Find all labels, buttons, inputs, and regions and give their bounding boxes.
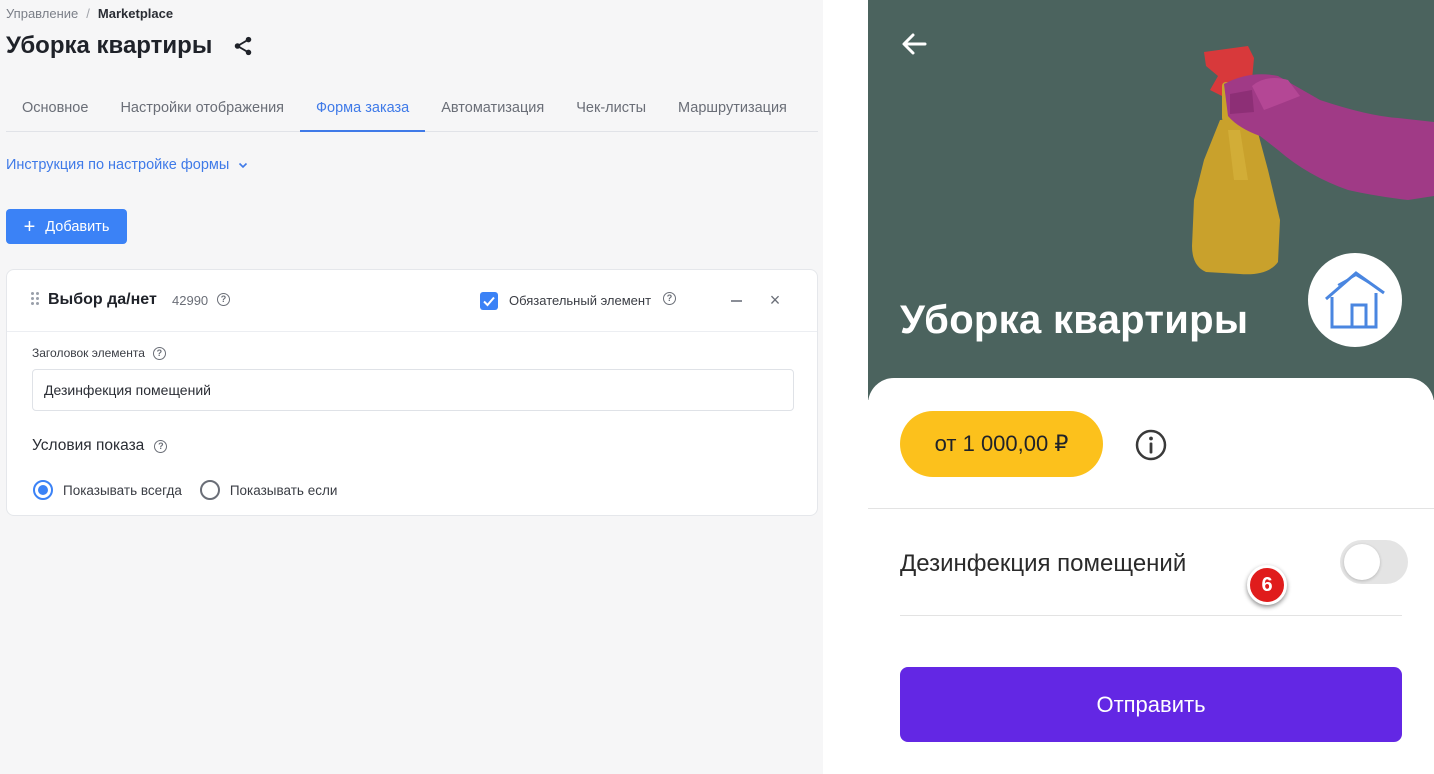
add-button[interactable]: + Добавить (6, 209, 127, 244)
divider (900, 615, 1402, 616)
element-id: 42990 (172, 293, 209, 308)
tab-main[interactable]: Основное (6, 88, 104, 132)
order-sheet: от 1 000,00 ₽ Дезинфекция помещений 6 От… (868, 378, 1434, 774)
help-icon[interactable]: ? (217, 293, 230, 306)
disinfection-option-label: Дезинфекция помещений (900, 550, 1187, 577)
help-icon[interactable]: ? (152, 346, 166, 360)
tab-display-settings[interactable]: Настройки отображения (104, 88, 300, 132)
submit-button[interactable]: Отправить (900, 667, 1402, 742)
page-title-text: Уборка квартиры (6, 32, 213, 59)
admin-pane: Управление / Marketplace Уборка квартиры О… (0, 0, 823, 774)
radio-button[interactable] (199, 480, 220, 500)
arrow-left-icon[interactable] (898, 28, 930, 60)
service-title: Уборка квартиры (900, 298, 1249, 342)
collapse-button[interactable] (730, 290, 744, 310)
element-title-label-text: Заголовок элемента (32, 346, 145, 360)
card-header: Выбор да/нет 42990 ? Обязательный элемен… (7, 270, 817, 332)
display-conditions-text: Условия показа (32, 437, 145, 454)
instructions-toggle[interactable]: Инструкция по настройке формы (6, 157, 249, 173)
element-title-label: Заголовок элемента ? (32, 346, 166, 360)
element-title-input[interactable] (32, 369, 794, 411)
radio-show-always-label: Показывать всегда (63, 482, 182, 498)
tab-routing[interactable]: Маршрутизация (662, 88, 803, 132)
tab-bar: Основное Настройки отображения Форма зак… (6, 88, 818, 132)
breadcrumb-current: Marketplace (97, 6, 174, 21)
add-button-label: Добавить (45, 218, 110, 235)
radio-show-if-label: Показывать если (229, 482, 338, 498)
step-marker-badge: 6 (1247, 565, 1287, 605)
breadcrumb-parent-link[interactable]: Управление (6, 6, 78, 21)
breadcrumb-separator: / (86, 6, 90, 21)
hero-banner: Уборка квартиры (868, 0, 1434, 400)
tab-checklists[interactable]: Чек-листы (560, 88, 662, 132)
price-badge: от 1 000,00 ₽ (900, 411, 1103, 477)
disinfection-toggle[interactable] (1340, 540, 1408, 584)
info-icon[interactable] (1134, 428, 1168, 462)
tab-automation[interactable]: Автоматизация (425, 88, 560, 132)
help-icon[interactable]: ? (663, 292, 676, 305)
element-type-title: Выбор да/нет (48, 291, 157, 308)
close-icon[interactable]: × (768, 290, 782, 310)
instructions-label: Инструкция по настройке формы (6, 157, 230, 173)
display-conditions-title: Условия показа ? (32, 437, 168, 455)
chevron-down-icon (239, 162, 248, 169)
help-icon[interactable]: ? (154, 439, 168, 453)
share-icon[interactable] (232, 35, 254, 57)
radio-show-if[interactable]: Показывать если (199, 480, 338, 500)
divider (868, 508, 1434, 509)
required-checkbox[interactable] (480, 292, 498, 310)
form-element-card: Выбор да/нет 42990 ? Обязательный элемен… (6, 269, 818, 516)
display-conditions-radio-group: Показывать всегда Показывать если (33, 480, 355, 500)
plus-icon: + (23, 215, 36, 238)
house-icon (1325, 271, 1385, 329)
checkmark-icon (483, 296, 495, 307)
radio-show-always[interactable]: Показывать всегда (33, 480, 182, 500)
radio-button-selected[interactable] (33, 480, 53, 500)
page-title: Уборка квартиры (6, 32, 254, 60)
service-logo (1308, 253, 1402, 347)
required-label: Обязательный элемент (509, 293, 652, 308)
breadcrumb: Управление / Marketplace (6, 6, 173, 21)
tab-order-form[interactable]: Форма заказа (300, 88, 426, 132)
drag-handle-icon[interactable] (31, 292, 41, 306)
mobile-preview: Уборка квартиры от 1 000,00 ₽ Дезинфекци… (868, 0, 1434, 774)
